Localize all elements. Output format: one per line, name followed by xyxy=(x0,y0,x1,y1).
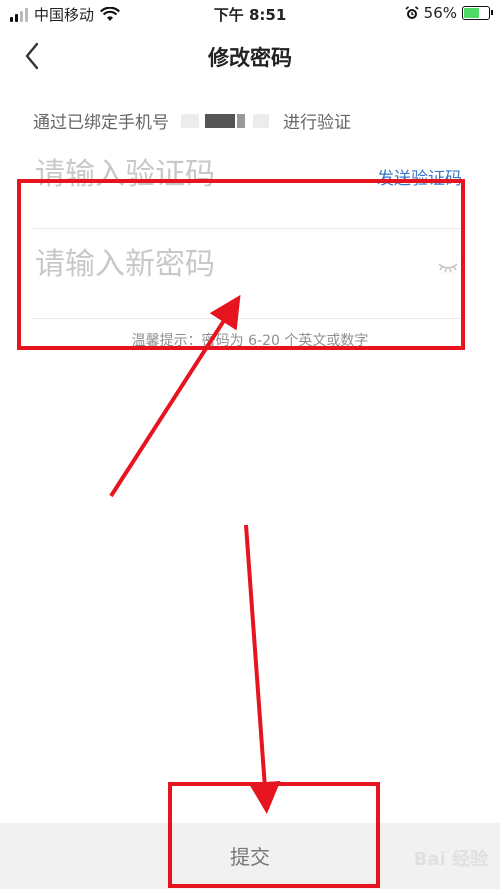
new-password-input[interactable] xyxy=(33,246,367,283)
bottom-bar: 提交 Bai 经验 xyxy=(0,823,500,889)
arrow-to-submit xyxy=(244,524,281,814)
annotation-overlay xyxy=(17,179,465,888)
verify-suffix: 进行验证 xyxy=(283,113,351,133)
new-password-row xyxy=(33,228,460,319)
page-title: 修改密码 xyxy=(208,46,292,70)
status-right: 56% xyxy=(405,4,493,22)
baidu-watermark: Bai 经验 xyxy=(413,849,488,870)
battery-icon xyxy=(462,6,493,20)
status-bar: 中国移动 下午 8:51 56% xyxy=(0,0,500,30)
verify-phone-text: 通过已绑定手机号 进行验证 xyxy=(33,108,351,133)
alarm-icon xyxy=(405,6,419,19)
password-hint: 温馨提示：密码为 6-20 个英文或数字 xyxy=(131,333,369,349)
eye-closed-icon[interactable] xyxy=(438,260,458,274)
verify-prefix: 通过已绑定手机号 xyxy=(33,113,169,133)
navigation-bar: 修改密码 xyxy=(0,36,500,76)
masked-phone-number xyxy=(181,112,271,130)
battery-percent: 56% xyxy=(423,4,457,22)
send-code-button[interactable]: 发送验证码 xyxy=(377,164,462,189)
verification-code-row: 发送验证码 xyxy=(33,138,462,229)
verification-code-input[interactable] xyxy=(33,156,367,193)
